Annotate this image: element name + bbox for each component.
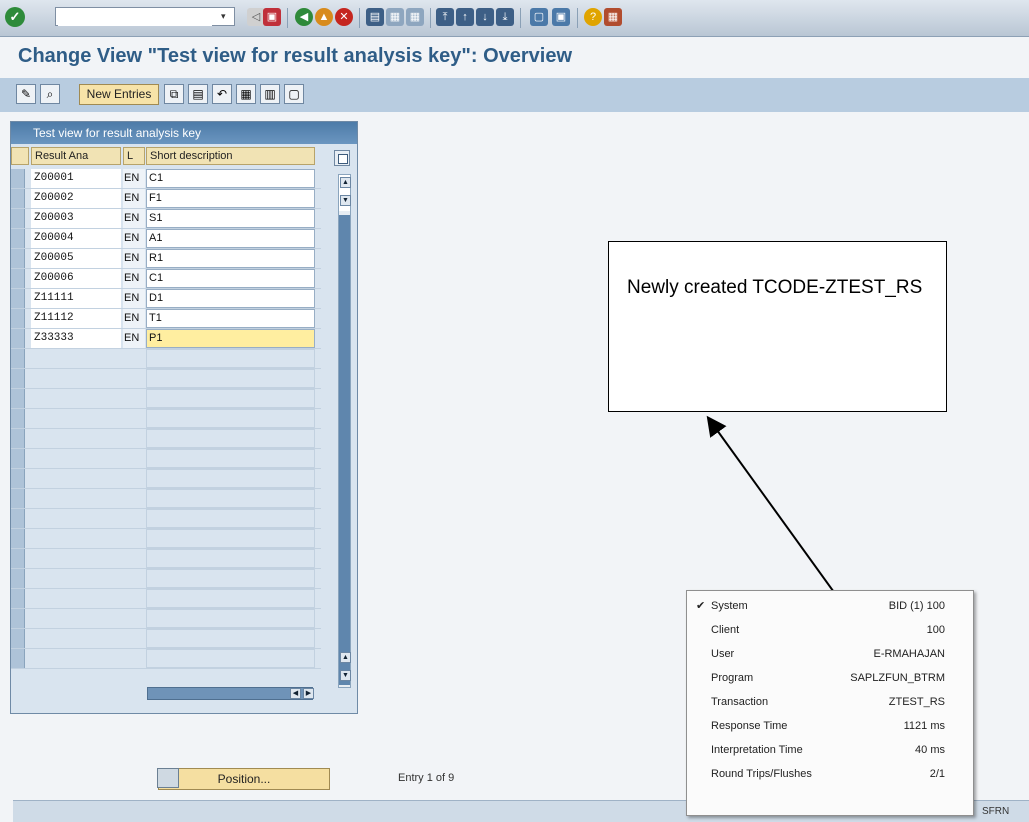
popup-item-program[interactable]: Program SAPLZFUN_BTRM <box>687 669 973 691</box>
popup-label: Round Trips/Flushes <box>711 768 812 780</box>
popup-value: ZTEST_RS <box>888 696 945 708</box>
popup-item-response-time[interactable]: Response Time 1121 ms <box>687 717 973 739</box>
popup-value: 1121 ms <box>903 720 945 732</box>
popup-label: Interpretation Time <box>711 744 803 756</box>
checkmark-icon: ✔ <box>696 600 706 612</box>
popup-label: Program <box>711 672 754 684</box>
popup-value: E-RMAHAJAN <box>873 648 945 660</box>
popup-label: Client <box>711 624 740 636</box>
popup-value: 100 <box>926 624 945 636</box>
popup-item-transaction[interactable]: Transaction ZTEST_RS <box>687 693 973 715</box>
popup-label: System <box>711 600 748 612</box>
popup-item-client[interactable]: Client 100 <box>687 621 973 643</box>
popup-label: Response Time <box>711 720 788 732</box>
popup-label: Transaction <box>711 696 769 708</box>
popup-value: 40 ms <box>915 744 945 756</box>
popup-label: User <box>711 648 735 660</box>
popup-value: 2/1 <box>929 768 945 780</box>
popup-item-system[interactable]: ✔ System BID (1) 100 <box>687 597 973 619</box>
popup-item-interpretation-time[interactable]: Interpretation Time 40 ms <box>687 741 973 763</box>
popup-item-round-trips[interactable]: Round Trips/Flushes 2/1 <box>687 765 973 787</box>
popup-value: BID (1) 100 <box>888 600 945 612</box>
status-info-popup: ✔ System BID (1) 100 Client 100 User E-R… <box>686 590 974 816</box>
popup-item-user[interactable]: User E-RMAHAJAN <box>687 645 973 667</box>
popup-value: SAPLZFUN_BTRM <box>850 672 945 684</box>
